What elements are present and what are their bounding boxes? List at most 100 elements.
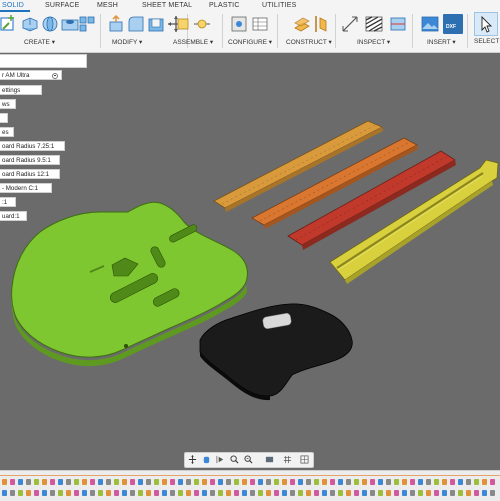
timeline-feature-icon[interactable] xyxy=(170,490,175,496)
timeline-feature-icon[interactable] xyxy=(266,490,271,496)
timeline-feature-icon[interactable] xyxy=(314,479,319,485)
timeline-feature-icon[interactable] xyxy=(114,490,119,496)
timeline-feature-icon[interactable] xyxy=(322,479,327,485)
configuration-table-icon[interactable] xyxy=(250,14,270,34)
browser-item-bodies[interactable]: es xyxy=(0,127,14,137)
timeline-feature-icon[interactable] xyxy=(274,479,279,485)
timeline-feature-icon[interactable] xyxy=(202,490,207,496)
timeline-feature-icon[interactable] xyxy=(130,490,135,496)
timeline-feature-icon[interactable] xyxy=(122,490,127,496)
fillet-icon[interactable] xyxy=(126,14,146,34)
timeline-feature-icon[interactable] xyxy=(18,490,23,496)
hole-icon[interactable] xyxy=(60,14,80,34)
timeline-feature-icon[interactable] xyxy=(258,479,263,485)
timeline-feature-icon[interactable] xyxy=(458,490,463,496)
timeline-feature-icon[interactable] xyxy=(82,479,87,485)
timeline-feature-icon[interactable] xyxy=(34,490,39,496)
insert-dxf-icon[interactable]: DXF xyxy=(443,14,463,34)
press-pull-icon[interactable] xyxy=(106,14,126,34)
timeline-feature-icon[interactable] xyxy=(290,490,295,496)
timeline-feature-icon[interactable] xyxy=(58,479,63,485)
browser-item-fretboard-7-25[interactable]: oard Radius 7.25:1 xyxy=(0,141,65,151)
timeline-feature-icon[interactable] xyxy=(58,490,63,496)
timeline-feature-icon[interactable] xyxy=(418,490,423,496)
timeline-feature-icon[interactable] xyxy=(194,490,199,496)
timeline-feature-icon[interactable] xyxy=(2,479,7,485)
timeline-feature-icon[interactable] xyxy=(346,479,351,485)
timeline-feature-icon[interactable] xyxy=(434,479,439,485)
timeline-feature-icon[interactable] xyxy=(426,479,431,485)
timeline-feature-icon[interactable] xyxy=(442,490,447,496)
timeline-feature-icon[interactable] xyxy=(2,490,7,496)
timeline-feature-icon[interactable] xyxy=(298,490,303,496)
timeline-feature-icon[interactable] xyxy=(178,479,183,485)
browser-item-fretboard-12[interactable]: oard Radius 12:1 xyxy=(0,169,60,179)
shell-icon[interactable] xyxy=(146,14,166,34)
timeline-feature-icon[interactable] xyxy=(386,490,391,496)
measure-icon[interactable] xyxy=(340,14,360,34)
construct-menu[interactable]: CONSTRUCT ▾ xyxy=(286,38,332,46)
timeline-feature-icon[interactable] xyxy=(330,490,335,496)
timeline-feature-icon[interactable] xyxy=(218,479,223,485)
browser-item-neck-modern-c[interactable]: - Modern C:1 xyxy=(0,183,52,193)
joint-icon[interactable] xyxy=(192,14,212,34)
model-canvas[interactable] xyxy=(0,53,500,448)
create-menu[interactable]: CREATE ▾ xyxy=(24,38,55,46)
timeline-feature-icon[interactable] xyxy=(258,490,263,496)
timeline-feature-icon[interactable] xyxy=(322,490,327,496)
timeline-feature-icon[interactable] xyxy=(74,479,79,485)
timeline-feature-icon[interactable] xyxy=(410,490,415,496)
timeline-feature-icon[interactable] xyxy=(18,479,23,485)
tab-utilities[interactable]: UTILITIES xyxy=(262,2,296,9)
timeline-feature-icon[interactable] xyxy=(10,490,15,496)
timeline-feature-icon[interactable] xyxy=(130,479,135,485)
timeline-feature-icon[interactable] xyxy=(98,479,103,485)
timeline-feature-icon[interactable] xyxy=(154,490,159,496)
look-at-icon[interactable] xyxy=(216,455,225,464)
pattern-icon[interactable] xyxy=(78,14,98,34)
timeline-feature-icon[interactable] xyxy=(282,490,287,496)
timeline-feature-icon[interactable] xyxy=(210,479,215,485)
timeline-feature-icon[interactable] xyxy=(242,479,247,485)
timeline-feature-icon[interactable] xyxy=(362,479,367,485)
timeline-feature-icon[interactable] xyxy=(138,490,143,496)
timeline-feature-icon[interactable] xyxy=(482,490,487,496)
timeline-feature-icon[interactable] xyxy=(330,479,335,485)
browser-header[interactable] xyxy=(0,54,87,68)
timeline-feature-icon[interactable] xyxy=(450,490,455,496)
display-settings-icon[interactable] xyxy=(265,455,274,464)
midplane-icon[interactable] xyxy=(310,14,330,34)
insert-menu[interactable]: INSERT ▾ xyxy=(427,38,456,46)
offset-plane-icon[interactable] xyxy=(292,14,312,34)
timeline-feature-icon[interactable] xyxy=(466,479,471,485)
timeline-feature-icon[interactable] xyxy=(418,479,423,485)
timeline-feature-icon[interactable] xyxy=(394,490,399,496)
timeline-feature-icon[interactable] xyxy=(186,490,191,496)
browser-item-body[interactable]: :1 xyxy=(0,197,16,207)
timeline-feature-icon[interactable] xyxy=(242,490,247,496)
tab-surface[interactable]: SURFACE xyxy=(45,2,79,9)
design-timeline[interactable] xyxy=(0,470,500,501)
zoom-window-icon[interactable] xyxy=(244,455,253,464)
timeline-feature-icon[interactable] xyxy=(250,479,255,485)
browser-item-collapsed[interactable] xyxy=(0,113,8,123)
timeline-feature-icon[interactable] xyxy=(306,479,311,485)
configure-icon[interactable] xyxy=(230,14,250,34)
timeline-feature-icon[interactable] xyxy=(362,490,367,496)
timeline-feature-icon[interactable] xyxy=(298,479,303,485)
browser-item-fretboard-9-5[interactable]: oard Radius 9.5:1 xyxy=(0,155,60,165)
browser-item-settings[interactable]: ettings xyxy=(0,85,42,95)
timeline-feature-icon[interactable] xyxy=(402,479,407,485)
timeline-feature-icon[interactable] xyxy=(434,490,439,496)
timeline-feature-icon[interactable] xyxy=(474,479,479,485)
timeline-feature-icon[interactable] xyxy=(202,479,207,485)
timeline-feature-icon[interactable] xyxy=(186,479,191,485)
grid-settings-icon[interactable] xyxy=(283,455,292,464)
configure-menu[interactable]: CONFIGURE ▾ xyxy=(228,38,272,46)
timeline-feature-icon[interactable] xyxy=(66,490,71,496)
timeline-feature-icon[interactable] xyxy=(50,479,55,485)
timeline-feature-icon[interactable] xyxy=(106,490,111,496)
assemble-menu[interactable]: ASSEMBLE ▾ xyxy=(173,38,213,46)
timeline-feature-icon[interactable] xyxy=(234,479,239,485)
timeline-feature-icon[interactable] xyxy=(410,479,415,485)
